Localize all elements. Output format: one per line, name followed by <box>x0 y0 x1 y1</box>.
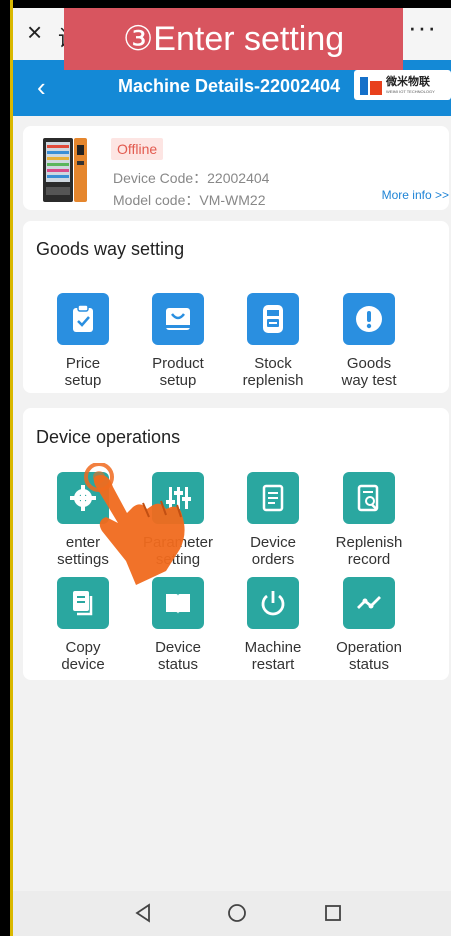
vending-machine-icon <box>43 138 87 202</box>
clipboard-check-icon <box>57 293 109 345</box>
more-info-link[interactable]: More info >> <box>382 188 449 202</box>
stock-replenish-button[interactable]: Stock replenish <box>225 293 321 389</box>
brand-tagline: WEIMI IOT TECHNOLOGY <box>386 88 435 94</box>
grid-item-label: Copy device <box>61 639 105 673</box>
alert-icon <box>343 293 395 345</box>
shopping-bag-icon <box>152 293 204 345</box>
grid-item-label: Device status <box>155 639 201 673</box>
brand-mark-icon <box>360 75 382 95</box>
system-nav-bar <box>13 891 451 936</box>
brand-name: 微米物联 <box>386 75 430 88</box>
power-icon <box>247 577 299 629</box>
section-title-goods-way: Goods way setting <box>36 239 185 259</box>
document-icon <box>247 472 299 524</box>
grid-item-label: Machine restart <box>244 639 302 673</box>
grid-item-label: Goods way test <box>341 355 397 389</box>
device-orders-button[interactable]: Device orders <box>225 472 321 568</box>
device-card: Offline Device Code：22002404 Model code：… <box>23 126 449 210</box>
device-code: Device Code：22002404 <box>113 170 270 186</box>
nav-back-icon[interactable] <box>129 899 157 927</box>
line-chart-icon <box>343 577 395 629</box>
report-search-icon <box>343 472 395 524</box>
close-icon[interactable]: × <box>27 17 42 47</box>
grid-item-label: Stock replenish <box>242 355 304 389</box>
step-banner: ③Enter setting <box>64 8 403 70</box>
printer-icon <box>247 293 299 345</box>
product-setup-button[interactable]: Product setup <box>130 293 226 389</box>
machine-restart-button[interactable]: Machine restart <box>225 577 321 673</box>
price-setup-button[interactable]: Price setup <box>35 293 131 389</box>
grid-item-label: Replenish record <box>335 534 403 568</box>
more-icon[interactable]: ··· <box>408 12 437 43</box>
back-chevron-icon[interactable]: ‹ <box>37 74 46 100</box>
nav-home-icon[interactable] <box>223 899 251 927</box>
operation-status-button[interactable]: Operation status <box>321 577 417 673</box>
page-title: Machine Details-22002404 <box>118 76 341 96</box>
goods-way-section: Goods way setting Price setup Product se… <box>23 221 449 393</box>
grid-item-label: Price setup <box>64 355 102 389</box>
replenish-record-button[interactable]: Replenish record <box>321 472 417 568</box>
grid-item-label: Operation status <box>336 639 402 673</box>
model-code: Model code：VM-WM22 <box>113 192 266 208</box>
grid-item-label: Product setup <box>152 355 204 389</box>
pointing-hand-icon <box>84 463 185 585</box>
nav-recents-icon[interactable] <box>319 899 347 927</box>
goods-way-test-button[interactable]: Goods way test <box>321 293 417 389</box>
grid-item-label: Device orders <box>250 534 296 568</box>
status-badge: Offline <box>111 138 164 160</box>
brand-logo: 微米物联 WEIMI IOT TECHNOLOGY <box>354 70 451 100</box>
section-title-device-ops: Device operations <box>36 427 181 447</box>
phone-screen: × 设 ··· ③Enter setting ‹ Machine Details… <box>13 8 451 936</box>
